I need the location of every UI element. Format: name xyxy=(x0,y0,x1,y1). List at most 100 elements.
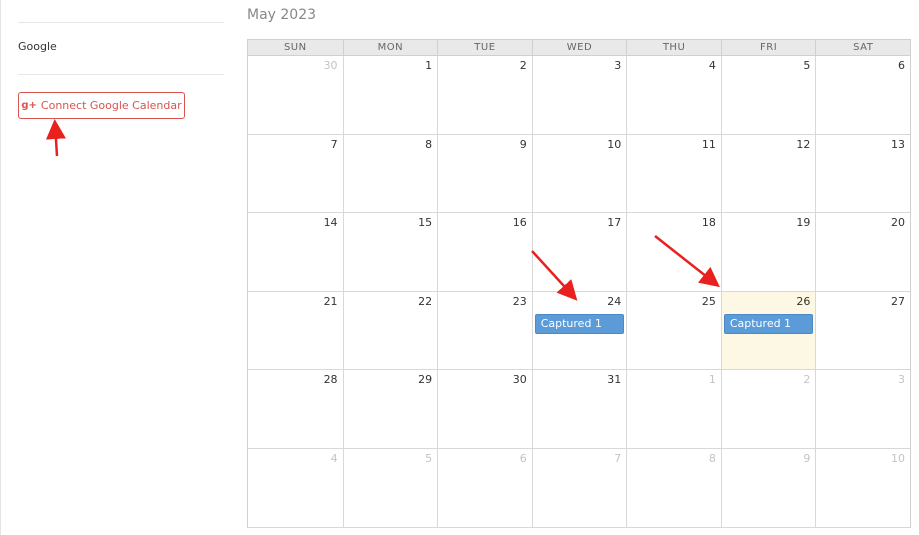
day-number: 4 xyxy=(330,451,338,465)
month-title: May 2023 xyxy=(247,7,317,23)
weekday-wed: WED xyxy=(531,40,627,56)
weekday-thu: THU xyxy=(626,40,721,56)
day-number: 1 xyxy=(708,373,716,387)
day-cell[interactable]: 8 xyxy=(626,448,721,527)
day-number: 21 xyxy=(323,294,338,308)
week-row: 21 22 23 24 Captured 1 25 26 Captured 1 27 xyxy=(248,291,910,371)
day-number: 5 xyxy=(803,59,811,72)
day-cell[interactable]: 31 xyxy=(531,370,627,448)
day-cell[interactable]: 9 xyxy=(720,448,816,527)
day-cell[interactable]: 3 xyxy=(815,370,910,448)
week-row: 14 15 16 17 18 19 20 xyxy=(248,213,910,292)
day-cell[interactable]: 6 xyxy=(437,448,532,527)
calendar-event[interactable]: Captured 1 xyxy=(534,313,625,334)
day-number: 7 xyxy=(330,137,338,151)
weekday-fri: FRI xyxy=(720,40,816,56)
day-number: 20 xyxy=(890,216,905,230)
day-number: 1 xyxy=(425,59,433,72)
day-cell[interactable]: 7 xyxy=(248,135,343,213)
provider-label: Google xyxy=(18,40,57,53)
day-number: 30 xyxy=(323,59,338,72)
day-cell[interactable]: 10 xyxy=(531,134,627,213)
day-number: 17 xyxy=(607,216,622,230)
day-number: 9 xyxy=(803,451,811,465)
day-cell[interactable]: 24 Captured 1 xyxy=(531,291,627,370)
day-number: 31 xyxy=(607,373,622,387)
week-row: 4 5 6 7 8 9 10 xyxy=(248,448,910,528)
day-number: 13 xyxy=(890,137,905,151)
day-number: 15 xyxy=(418,216,433,230)
day-number: 8 xyxy=(425,137,433,151)
day-cell[interactable]: 4 xyxy=(626,56,721,134)
day-cell[interactable]: 6 xyxy=(815,56,910,134)
day-cell[interactable]: 21 xyxy=(248,292,343,370)
day-number: 25 xyxy=(701,294,716,308)
day-number: 12 xyxy=(796,137,811,151)
day-cell[interactable]: 13 xyxy=(815,134,910,213)
calendar-event[interactable]: Captured 1 xyxy=(723,313,814,334)
day-number: 2 xyxy=(519,59,527,72)
day-cell[interactable]: 8 xyxy=(342,134,438,213)
weekday-tue: TUE xyxy=(437,40,532,56)
day-cell[interactable]: 11 xyxy=(626,134,721,213)
day-cell[interactable]: 2 xyxy=(720,370,816,448)
day-cell[interactable]: 4 xyxy=(248,449,343,527)
google-plus-icon: g+ xyxy=(21,100,37,111)
day-cell[interactable]: 19 xyxy=(720,213,816,291)
day-cell[interactable]: 29 xyxy=(342,370,438,448)
week-row: 7 8 9 10 11 12 13 xyxy=(248,134,910,214)
day-cell-today[interactable]: 26 Captured 1 xyxy=(720,291,816,370)
day-number: 2 xyxy=(803,373,811,387)
day-cell[interactable]: 23 xyxy=(437,291,532,370)
day-number: 30 xyxy=(512,373,527,387)
day-number: 18 xyxy=(701,216,716,230)
day-cell[interactable]: 25 xyxy=(626,291,721,370)
weekday-header: SUN MON TUE WED THU FRI SAT xyxy=(247,39,911,56)
day-cell[interactable]: 10 xyxy=(815,448,910,527)
day-cell[interactable]: 1 xyxy=(342,56,438,134)
day-number: 3 xyxy=(614,59,622,72)
weekday-sat: SAT xyxy=(815,40,910,56)
day-number: 28 xyxy=(323,373,338,387)
weekday-mon: MON xyxy=(342,40,438,56)
day-cell[interactable]: 17 xyxy=(531,213,627,291)
connect-google-calendar-button[interactable]: g+ Connect Google Calendar xyxy=(18,92,185,119)
weekday-sun: SUN xyxy=(283,42,307,53)
day-number: 19 xyxy=(796,216,811,230)
week-row: 30 1 2 3 4 5 6 xyxy=(248,56,910,135)
month-calendar: SUN MON TUE WED THU FRI SAT 30 1 2 3 4 5 6 7 8 9 1… xyxy=(247,39,911,528)
day-cell[interactable]: 2 xyxy=(437,56,532,134)
day-number: 4 xyxy=(708,59,716,72)
day-cell[interactable]: 1 xyxy=(626,370,721,448)
day-number: 6 xyxy=(897,59,905,72)
day-number: 9 xyxy=(519,137,527,151)
day-cell[interactable]: 5 xyxy=(720,56,816,134)
week-row: 28 29 30 31 1 2 3 xyxy=(248,370,910,449)
day-cell[interactable]: 9 xyxy=(437,134,532,213)
day-cell[interactable]: 18 xyxy=(626,213,721,291)
day-cell[interactable]: 20 xyxy=(815,213,910,291)
day-cell[interactable]: 30 xyxy=(248,56,343,134)
day-number: 22 xyxy=(418,294,433,308)
divider xyxy=(18,74,224,75)
day-cell[interactable]: 16 xyxy=(437,213,532,291)
day-cell[interactable]: 12 xyxy=(720,134,816,213)
day-cell[interactable]: 7 xyxy=(531,448,627,527)
day-number: 26 xyxy=(796,294,811,308)
day-cell[interactable]: 14 xyxy=(248,213,343,291)
day-cell[interactable]: 3 xyxy=(531,56,627,134)
day-cell[interactable]: 15 xyxy=(342,213,438,291)
day-cell[interactable]: 27 xyxy=(815,291,910,370)
day-number: 29 xyxy=(418,373,433,387)
day-cell[interactable]: 30 xyxy=(437,370,532,448)
connect-button-label: Connect Google Calendar xyxy=(40,99,182,112)
day-cell[interactable]: 28 xyxy=(248,370,343,448)
day-cell[interactable]: 5 xyxy=(342,448,438,527)
day-number: 6 xyxy=(519,451,527,465)
day-cell[interactable]: 22 xyxy=(342,291,438,370)
day-number: 8 xyxy=(708,451,716,465)
day-number: 10 xyxy=(890,451,905,465)
weeks-grid: 30 1 2 3 4 5 6 7 8 9 10 11 12 13 14 15 16 17 18 19 20 21 22 23 2… xyxy=(247,56,911,528)
day-number: 7 xyxy=(614,451,622,465)
day-number: 23 xyxy=(512,294,527,308)
